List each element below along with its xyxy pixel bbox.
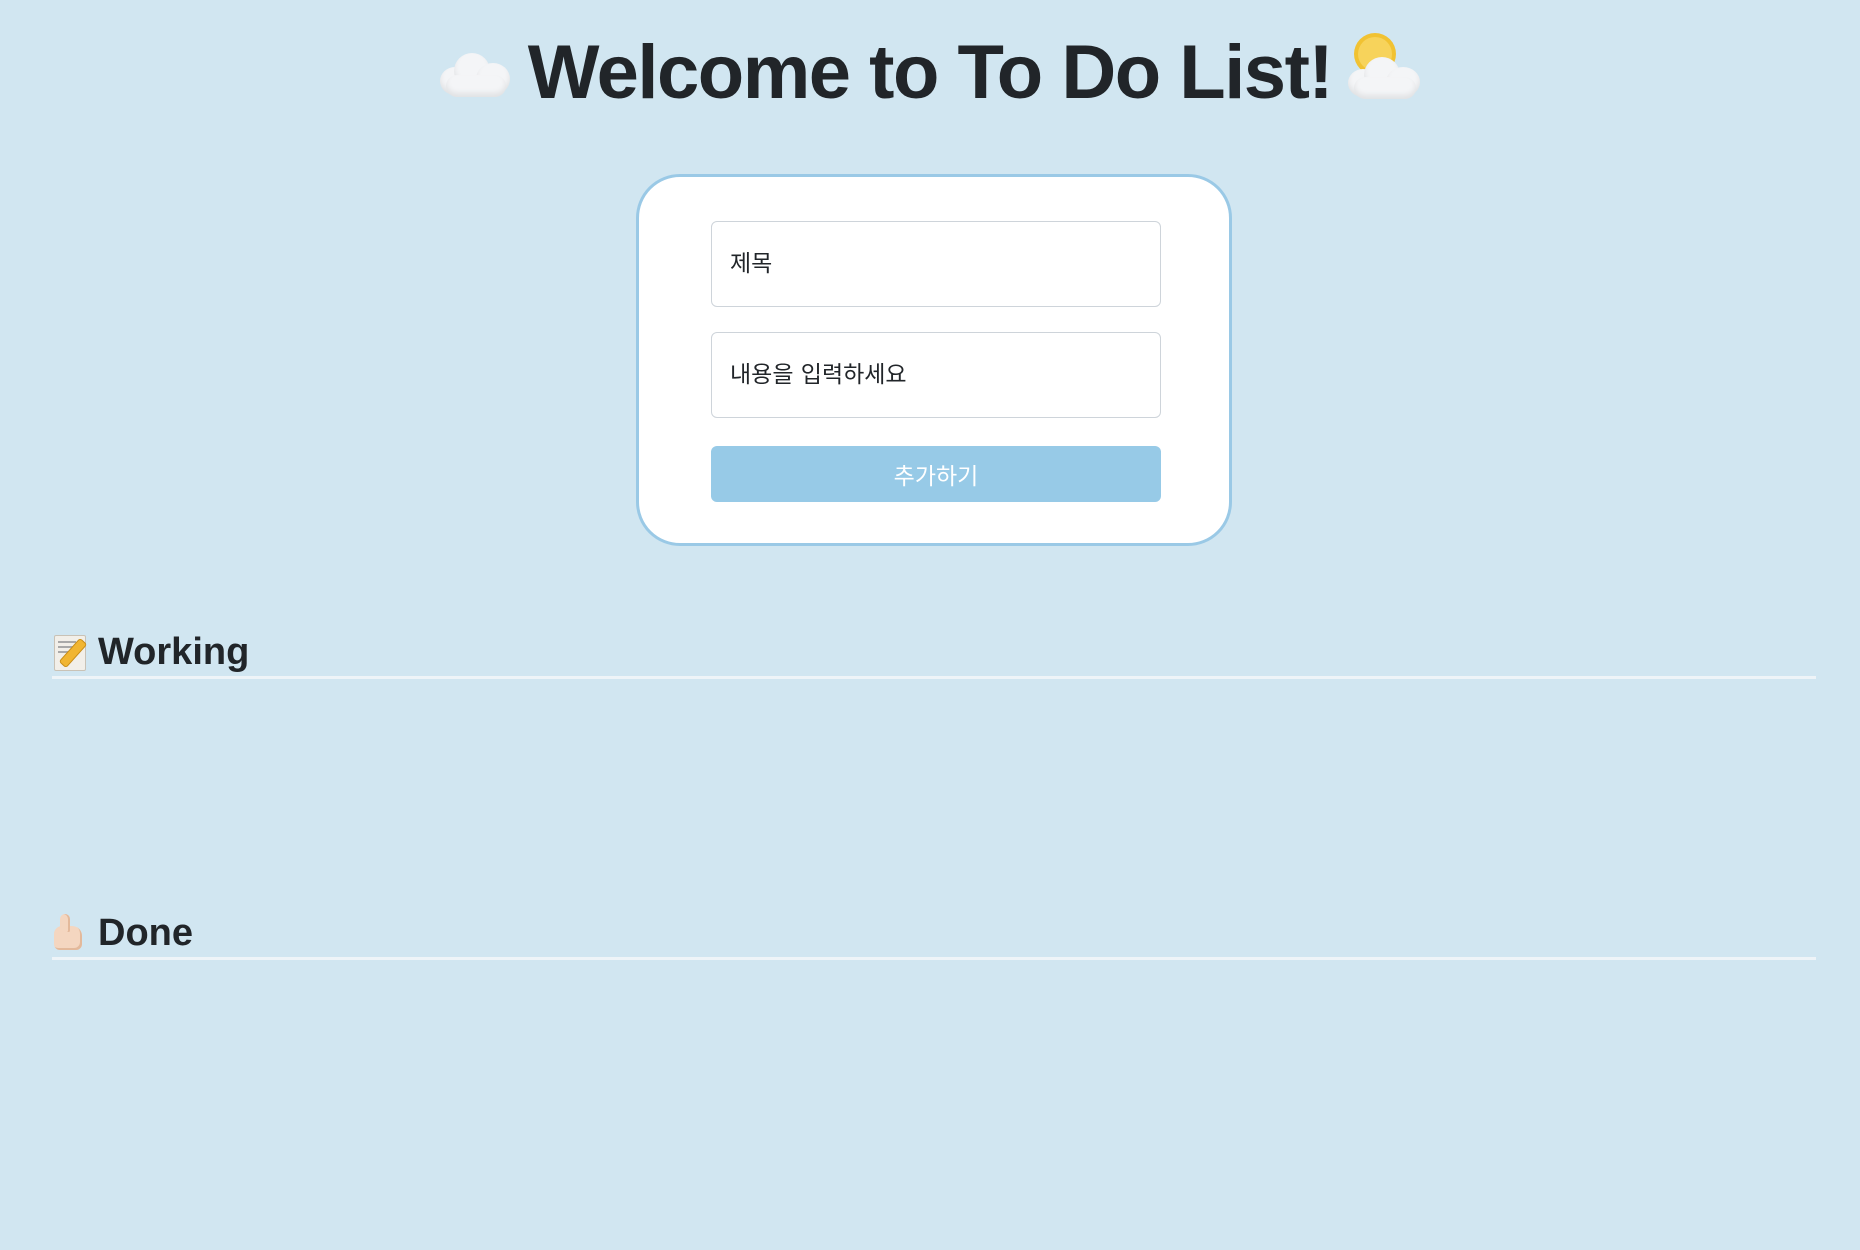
working-section-header: Working bbox=[52, 628, 1816, 679]
working-title: Working bbox=[98, 631, 250, 673]
add-todo-card: 추가하기 bbox=[636, 174, 1232, 546]
header: Welcome to To Do List! bbox=[0, 28, 1860, 118]
page-title: Welcome to To Do List! bbox=[527, 30, 1334, 115]
content-input[interactable] bbox=[711, 332, 1161, 418]
sun-behind-cloud-icon bbox=[1346, 37, 1422, 99]
add-button[interactable]: 추가하기 bbox=[711, 446, 1161, 502]
title-input[interactable] bbox=[711, 221, 1161, 307]
memo-icon bbox=[52, 633, 88, 671]
cloud-icon bbox=[438, 47, 514, 99]
done-list bbox=[52, 962, 1816, 1222]
thumbs-up-icon bbox=[52, 914, 88, 952]
done-section-header: Done bbox=[52, 909, 1816, 960]
working-list bbox=[52, 680, 1816, 900]
done-title: Done bbox=[98, 912, 193, 954]
